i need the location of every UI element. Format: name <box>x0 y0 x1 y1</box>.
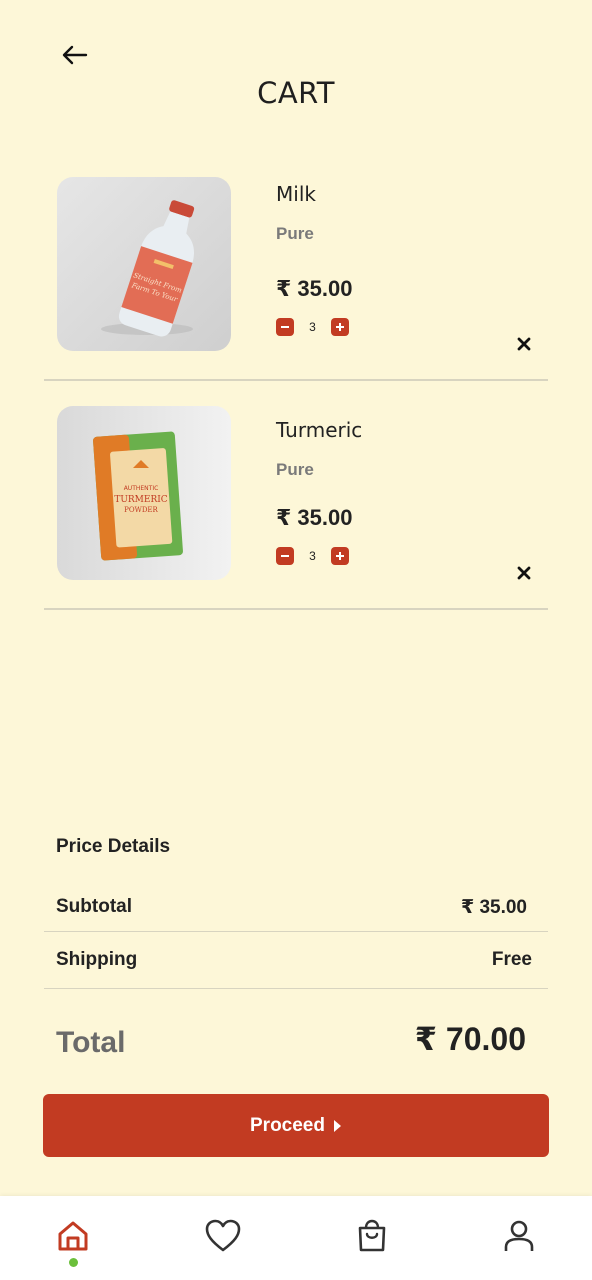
total-label: Total <box>56 1026 126 1059</box>
product-image[interactable]: AUTHENTIC TURMERIC POWDER <box>57 406 231 580</box>
bottom-nav <box>0 1196 592 1280</box>
item-price: ₹ 35.00 <box>276 505 353 530</box>
quantity-stepper: 3 <box>276 547 349 565</box>
remove-item-button[interactable] <box>513 333 535 355</box>
proceed-button[interactable]: Proceed <box>43 1094 549 1157</box>
back-button[interactable] <box>58 38 92 72</box>
plus-icon <box>336 323 344 331</box>
item-variant: Pure <box>276 460 314 479</box>
close-icon <box>517 337 531 351</box>
item-variant: Pure <box>276 224 314 243</box>
caret-right-icon <box>333 1119 341 1132</box>
divider <box>44 988 548 989</box>
arrow-left-icon <box>62 45 88 65</box>
home-icon <box>58 1221 88 1251</box>
svg-text:POWDER: POWDER <box>124 506 158 514</box>
shipping-label: Shipping <box>56 949 138 970</box>
subtotal-label: Subtotal <box>56 896 132 917</box>
increment-button[interactable] <box>331 318 349 336</box>
minus-icon <box>281 555 289 557</box>
svg-text:TURMERIC: TURMERIC <box>114 495 167 505</box>
active-indicator <box>69 1258 78 1267</box>
turmeric-powder-pack-image: AUTHENTIC TURMERIC POWDER <box>93 431 183 561</box>
item-name: Turmeric <box>276 418 363 442</box>
plus-icon <box>336 552 344 560</box>
nav-profile[interactable] <box>499 1216 539 1256</box>
price-details-title: Price Details <box>56 836 171 857</box>
divider <box>44 379 548 381</box>
quantity-value: 3 <box>309 549 316 563</box>
heart-icon <box>205 1219 241 1252</box>
quantity-stepper: 3 <box>276 318 349 336</box>
shipping-value: Free <box>491 949 532 970</box>
divider <box>44 608 548 610</box>
nav-home[interactable] <box>53 1216 93 1256</box>
item-price: ₹ 35.00 <box>276 276 353 301</box>
nav-favorites[interactable] <box>203 1216 243 1256</box>
subtotal-value: ₹ 35.00 <box>460 897 527 918</box>
nav-cart[interactable] <box>352 1216 392 1256</box>
quantity-value: 3 <box>309 320 316 334</box>
minus-icon <box>281 326 289 328</box>
shopping-bag-icon <box>358 1219 386 1252</box>
cart-item: AUTHENTIC TURMERIC POWDER Turmeric Pure … <box>44 406 548 636</box>
close-icon <box>517 566 531 580</box>
product-image[interactable]: Straight From Farm To Your <box>57 177 231 351</box>
milk-bottle-image: Straight From Farm To Your <box>101 200 195 337</box>
user-icon <box>504 1220 534 1251</box>
total-value: ₹ 70.00 <box>414 1021 526 1057</box>
increment-button[interactable] <box>331 547 349 565</box>
divider <box>44 931 548 932</box>
cart-item: Straight From Farm To Your Milk Pure ₹ 3… <box>44 177 548 407</box>
remove-item-button[interactable] <box>513 562 535 584</box>
page-title: CART <box>257 76 335 110</box>
proceed-label: Proceed <box>250 1114 325 1136</box>
decrement-button[interactable] <box>276 547 294 565</box>
svg-text:AUTHENTIC: AUTHENTIC <box>124 485 159 492</box>
item-name: Milk <box>276 182 316 206</box>
decrement-button[interactable] <box>276 318 294 336</box>
